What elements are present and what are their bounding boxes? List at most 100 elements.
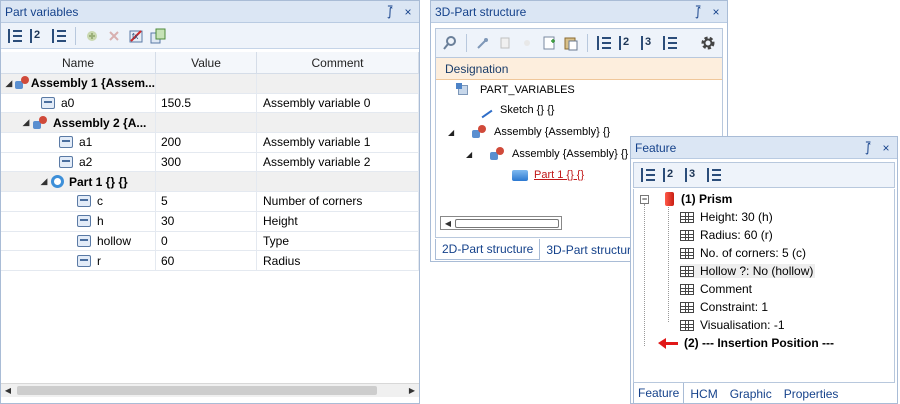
close-icon[interactable]: × [401,5,415,19]
paste-button[interactable] [561,33,581,53]
sort-ascending-button[interactable] [594,33,614,53]
close-icon[interactable]: × [879,141,893,155]
designation-header[interactable]: Designation [436,58,722,80]
row-comment[interactable]: Radius [257,251,419,270]
table-row[interactable]: ◢ Assembly 1 {Assem... [1,74,419,94]
collapse-arrow-icon[interactable]: ◢ [21,117,31,128]
row-value[interactable]: 200 [156,133,257,152]
row-value[interactable]: 60 [156,251,257,270]
row-name: Assembly 1 {Assem... [30,76,155,91]
sort-descending-button[interactable] [49,26,69,46]
sort-level-2-button[interactable]: 2 [27,26,47,46]
tab-2d-part-structure[interactable]: 2D-Part structure [435,239,541,260]
row-comment[interactable] [257,172,419,192]
edit-variable-button[interactable]: fx [126,26,146,46]
feature-item-insertion[interactable]: (2) --- Insertion Position --- [658,336,834,350]
row-value[interactable]: 0 [156,231,257,251]
table-row[interactable]: a2 300 Assembly variable 2 [1,152,419,173]
collapse-icon[interactable]: − [640,194,649,204]
tree-item-part-1[interactable]: Part 1 {} {} [512,169,584,181]
horizontal-scrollbar[interactable]: ◀ ▶ [1,383,419,397]
collapse-arrow-icon[interactable]: ◢ [448,128,458,137]
row-comment[interactable]: Height [257,211,419,231]
feature-param-row[interactable]: Radius: 60 (r) [680,228,773,242]
row-value[interactable]: 150.5 [156,93,257,113]
row-value[interactable]: 5 [156,192,257,211]
row-comment[interactable] [257,74,419,93]
row-value[interactable]: 30 [156,211,257,231]
row-value[interactable] [156,113,257,133]
table-row[interactable]: ◢ Part 1 {} {} [1,172,419,193]
table-row[interactable]: a1 200 Assembly variable 1 [1,133,419,153]
search-button[interactable] [440,33,460,53]
tab-hcm[interactable]: HCM [684,383,723,404]
sort-level-2-button[interactable]: 2 [660,165,680,185]
pin-icon[interactable]: ⨛ [861,141,875,155]
table-row[interactable]: a0 150.5 Assembly variable 0 [1,93,419,114]
tab-3d-part-structure[interactable]: 3D-Part structure [540,239,643,260]
row-value[interactable]: 300 [156,152,257,172]
column-header-value[interactable]: Value [156,52,257,73]
row-value[interactable] [156,172,257,192]
row-comment[interactable]: Assembly variable 1 [257,133,419,152]
tree-item-sketch[interactable]: Sketch {} {} [480,104,554,116]
assembly-icon [14,76,29,90]
sort-level-2-button[interactable]: 2 [616,33,636,53]
delete-variable-button[interactable] [104,26,124,46]
table-row[interactable]: c 5 Number of corners [1,192,419,212]
horizontal-scrollbar[interactable]: ◀ [440,216,562,230]
feature-param-row[interactable]: Constraint: 1 [680,300,768,314]
column-header-comment[interactable]: Comment [257,52,419,73]
pin-icon[interactable]: ⨛ [691,5,705,19]
scroll-thumb[interactable] [17,386,377,395]
tab-feature[interactable]: Feature [633,383,685,404]
collapse-arrow-icon[interactable]: ◢ [39,176,49,187]
table-row[interactable]: ◢ Assembly 2 {A... [1,113,419,134]
sort-level-3-button[interactable]: 3 [682,165,702,185]
scroll-right-icon[interactable]: ▶ [405,384,419,397]
pin-icon[interactable]: ⨛ [383,5,397,19]
tree-item-label: Sketch {} {} [500,104,555,116]
collapse-arrow-icon[interactable]: ◢ [466,150,476,159]
row-value[interactable] [156,74,257,93]
sort-ascending-button[interactable] [5,26,25,46]
feature-param-row[interactable]: Visualisation: -1 [680,318,785,332]
row-comment[interactable] [257,113,419,133]
feature-param-row[interactable]: Comment [680,282,752,296]
sort-ascending-button[interactable] [638,165,658,185]
part-solid-icon [512,169,528,181]
table-row[interactable]: h 30 Height [1,211,419,232]
tab-graphic[interactable]: Graphic [724,383,778,404]
scroll-left-icon[interactable]: ◀ [1,384,15,397]
settings-button[interactable] [698,33,718,53]
feature-param-row[interactable]: Hollow ?: No (hollow) [680,264,816,278]
sort-descending-button[interactable] [660,33,680,53]
feature-item-prism[interactable]: − (1) Prism [640,192,732,206]
row-comment[interactable]: Assembly variable 0 [257,93,419,113]
table-row[interactable]: r 60 Radius [1,251,419,271]
scroll-left-icon[interactable]: ◀ [441,217,455,230]
tree-item-assembly-2[interactable]: ◢ Assembly {Assembly} {} [466,147,628,161]
import-variables-button[interactable] [148,26,168,46]
row-comment[interactable]: Type [257,231,419,251]
feature-param-row[interactable]: No. of corners: 5 (c) [680,246,806,260]
scroll-thumb[interactable] [455,219,559,228]
tree-item-part-variables[interactable]: PART_VARIABLES [456,83,575,97]
feature-param-row[interactable]: Height: 30 (h) [680,210,773,224]
add-variable-button[interactable] [82,26,102,46]
collapse-arrow-icon[interactable]: ◢ [5,78,13,89]
row-comment[interactable]: Number of corners [257,192,419,211]
tree-item-assembly-1[interactable]: ◢ Assembly {Assembly} {} [448,125,610,139]
copy-button[interactable] [495,33,515,53]
row-comment[interactable]: Assembly variable 2 [257,152,419,172]
cut-icon [524,40,530,46]
sort-descending-button[interactable] [704,165,724,185]
cut-button[interactable] [517,33,537,53]
column-header-name[interactable]: Name [1,52,156,73]
new-document-button[interactable] [539,33,559,53]
tab-properties[interactable]: Properties [778,383,845,404]
table-row[interactable]: hollow 0 Type [1,231,419,252]
close-icon[interactable]: × [709,5,723,19]
pick-button[interactable] [473,33,493,53]
sort-level-3-button[interactable]: 3 [638,33,658,53]
